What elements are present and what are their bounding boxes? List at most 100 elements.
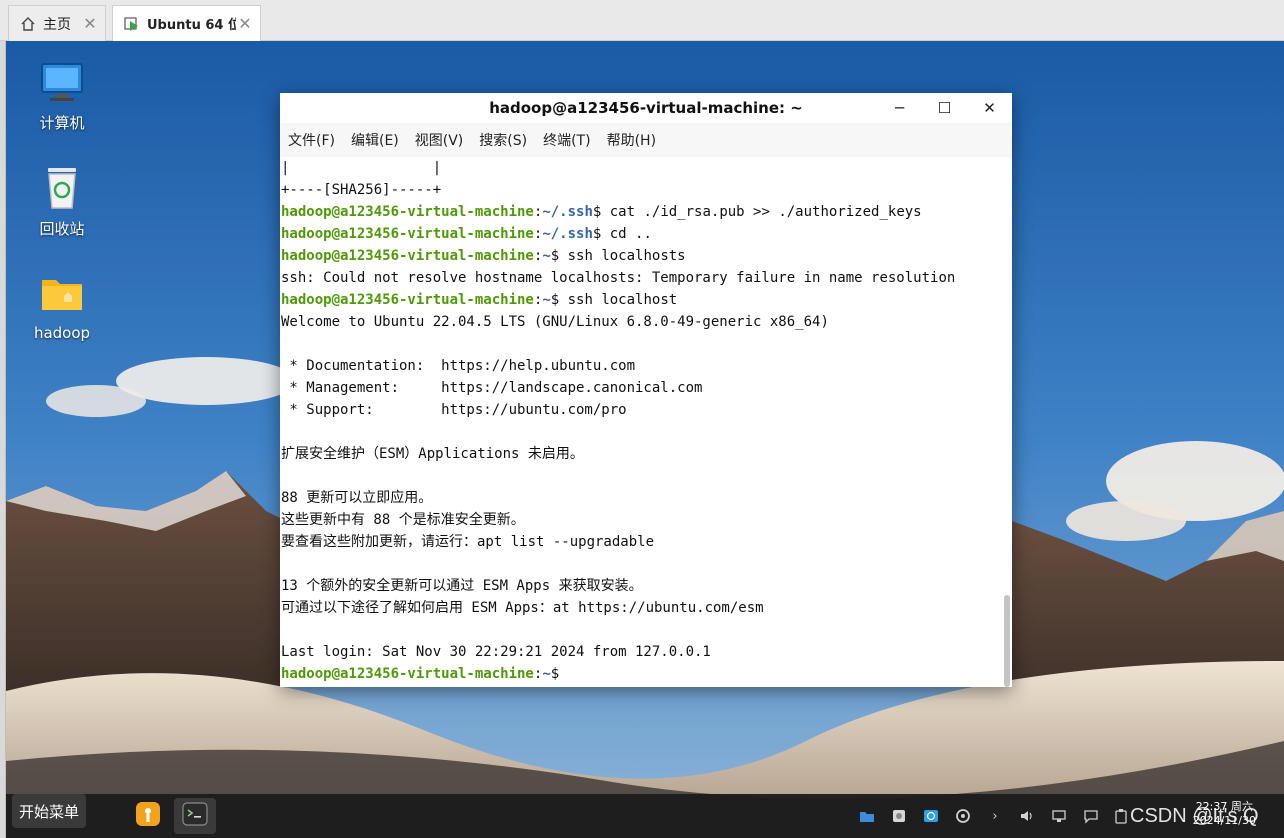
prompt-path: ~/.ssh	[542, 204, 593, 220]
terminal-line: hadoop@a123456-virtual-machine:~$	[281, 663, 955, 685]
output-text: 13 个额外的安全更新可以通过 ESM Apps 来获取安装。	[281, 578, 643, 594]
desktop-icon-hadoop[interactable]: hadoop	[17, 270, 107, 342]
scrollbar-thumb[interactable]	[1004, 595, 1010, 687]
terminal-line: ssh: Could not resolve hostname localhos…	[281, 267, 955, 289]
output-text: 要查看这些附加更新，请运行：apt list --upgradable	[281, 534, 655, 550]
prompt-user: hadoop@a123456-virtual-machine	[281, 248, 534, 264]
tab-home-label: 主页	[43, 16, 71, 33]
chevron-right-icon[interactable]: ›	[986, 807, 1004, 825]
terminal-line: hadoop@a123456-virtual-machine:~$ ssh lo…	[281, 289, 955, 311]
terminal-window[interactable]: hadoop@a123456-virtual-machine: ~ ─ ☐ ✕ …	[280, 93, 1012, 687]
host-tab-bar: 主页 ✕ Ubuntu 64 位 ✕	[0, 0, 1284, 41]
network-icon[interactable]	[1050, 807, 1068, 825]
terminal-output[interactable]: | | +----[SHA256]-----+ hadoop@a123456-vir…	[280, 157, 1012, 687]
output-text: * Management: https://landscape.canonica…	[281, 380, 703, 396]
menu-file[interactable]: 文件(F)	[288, 130, 335, 150]
command-text: $ cd ..	[592, 226, 652, 242]
output-text: +----[SHA256]-----+	[281, 182, 442, 198]
output-text: Last login: Sat Nov 30 22:29:21 2024 fro…	[281, 644, 711, 660]
update-icon[interactable]	[954, 807, 972, 825]
desktop-icon-label: hadoop	[33, 324, 91, 342]
close-icon[interactable]: ✕	[236, 14, 254, 33]
clipboard-icon[interactable]	[1112, 807, 1130, 825]
menu-view[interactable]: 视图(V)	[415, 130, 464, 150]
folder-icon	[38, 270, 86, 318]
terminal-menubar: 文件(F) 编辑(E) 视图(V) 搜索(S) 终端(T) 帮助(H)	[280, 123, 1012, 157]
trash-icon	[38, 164, 86, 212]
taskbar: 开始菜单 › 22:37 周六 2024/11/30	[6, 794, 1284, 838]
output-text: 扩展安全维护（ESM）Applications 未启用。	[281, 446, 584, 462]
command-text: $	[550, 666, 568, 682]
menu-edit[interactable]: 编辑(E)	[351, 130, 399, 150]
app-icon	[134, 800, 162, 832]
close-icon[interactable]: ✕	[81, 14, 99, 33]
output-text: 可通过以下途径了解如何启用 ESM Apps：at https://ubuntu…	[281, 600, 764, 616]
terminal-line: 13 个额外的安全更新可以通过 ESM Apps 来获取安装。	[281, 575, 955, 597]
tab-home[interactable]: 主页 ✕	[8, 5, 106, 41]
terminal-lines: | | +----[SHA256]-----+ hadoop@a123456-vir…	[281, 157, 955, 685]
prompt-path: ~	[542, 248, 551, 264]
menu-help[interactable]: 帮助(H)	[607, 130, 656, 150]
maximize-icon: ☐	[937, 99, 952, 117]
terminal-line: 扩展安全维护（ESM）Applications 未启用。	[281, 443, 955, 465]
prompt-user: hadoop@a123456-virtual-machine	[281, 204, 534, 220]
terminal-line: * Management: https://landscape.canonica…	[281, 377, 955, 399]
menu-search[interactable]: 搜索(S)	[479, 130, 527, 150]
close-icon: ✕	[983, 99, 996, 117]
command-text: $ cat ./id_rsa.pub >> ./authorized_keys	[592, 204, 922, 220]
minimize-button[interactable]: ─	[877, 93, 922, 123]
desktop-icon-computer[interactable]: 计算机	[17, 58, 107, 133]
volume-icon[interactable]	[1018, 807, 1036, 825]
computer-icon	[38, 58, 86, 106]
prompt-path: ~/.ssh	[542, 226, 593, 242]
notification-icon[interactable]	[1082, 807, 1100, 825]
output-text: * Support: https://ubuntu.com/pro	[281, 402, 627, 418]
close-button[interactable]: ✕	[967, 93, 1012, 123]
watermark-text: CSDN @It's Q	[1130, 805, 1259, 827]
file-manager-icon[interactable]	[858, 807, 876, 825]
output-text: 这些更新中有 88 个是标准安全更新。	[281, 512, 525, 528]
terminal-line: 这些更新中有 88 个是标准安全更新。	[281, 509, 955, 531]
terminal-line: 要查看这些附加更新，请运行：apt list --upgradable	[281, 531, 955, 553]
prompt-user: hadoop@a123456-virtual-machine	[281, 226, 534, 242]
output-text: 88 更新可以立即应用。	[281, 490, 433, 506]
terminal-line: 88 更新可以立即应用。	[281, 487, 955, 509]
terminal-line: * Documentation: https://help.ubuntu.com	[281, 355, 955, 377]
output-text: Welcome to Ubuntu 22.04.5 LTS (GNU/Linux…	[281, 314, 829, 330]
terminal-line: hadoop@a123456-virtual-machine:~/.ssh$ c…	[281, 201, 955, 223]
terminal-icon	[181, 800, 209, 832]
output-text: ssh: Could not resolve hostname localhos…	[281, 270, 956, 286]
prompt-user: hadoop@a123456-virtual-machine	[281, 666, 534, 682]
terminal-line: * Support: https://ubuntu.com/pro	[281, 399, 955, 421]
taskbar-terminal[interactable]	[174, 798, 216, 834]
terminal-line: Welcome to Ubuntu 22.04.5 LTS (GNU/Linux…	[281, 311, 955, 333]
command-text: $ ssh localhost	[550, 292, 678, 308]
desktop-icon-trash[interactable]: 回收站	[17, 164, 107, 239]
tab-ubuntu-label: Ubuntu 64 位	[147, 18, 236, 33]
maximize-button[interactable]: ☐	[922, 93, 967, 123]
prompt-user: hadoop@a123456-virtual-machine	[281, 292, 534, 308]
browser-icon[interactable]	[922, 807, 940, 825]
minimize-icon: ─	[894, 99, 905, 117]
tab-ubuntu-vm[interactable]: Ubuntu 64 位 ✕	[112, 5, 261, 41]
output-text: * Documentation: https://help.ubuntu.com	[281, 358, 636, 374]
prompt-path: ~	[542, 666, 551, 682]
taskbar-app-launcher[interactable]	[130, 798, 166, 834]
terminal-titlebar[interactable]: hadoop@a123456-virtual-machine: ~ ─ ☐ ✕	[280, 93, 1012, 123]
settings-icon[interactable]	[890, 807, 908, 825]
desktop-icon-label: 计算机	[39, 114, 85, 132]
terminal-line: +----[SHA256]-----+	[281, 179, 955, 201]
terminal-line: Last login: Sat Nov 30 22:29:21 2024 fro…	[281, 641, 955, 663]
terminal-line: | |	[281, 157, 955, 179]
start-menu-button[interactable]: 开始菜单	[12, 794, 87, 828]
terminal-line: 可通过以下途径了解如何启用 ESM Apps：at https://ubuntu…	[281, 597, 955, 619]
menu-terminal[interactable]: 终端(T)	[543, 130, 590, 150]
desktop-icon-label: 回收站	[39, 220, 85, 238]
terminal-line: hadoop@a123456-virtual-machine:~/.ssh$ c…	[281, 223, 955, 245]
home-icon	[19, 15, 37, 33]
prompt-path: ~	[542, 292, 551, 308]
